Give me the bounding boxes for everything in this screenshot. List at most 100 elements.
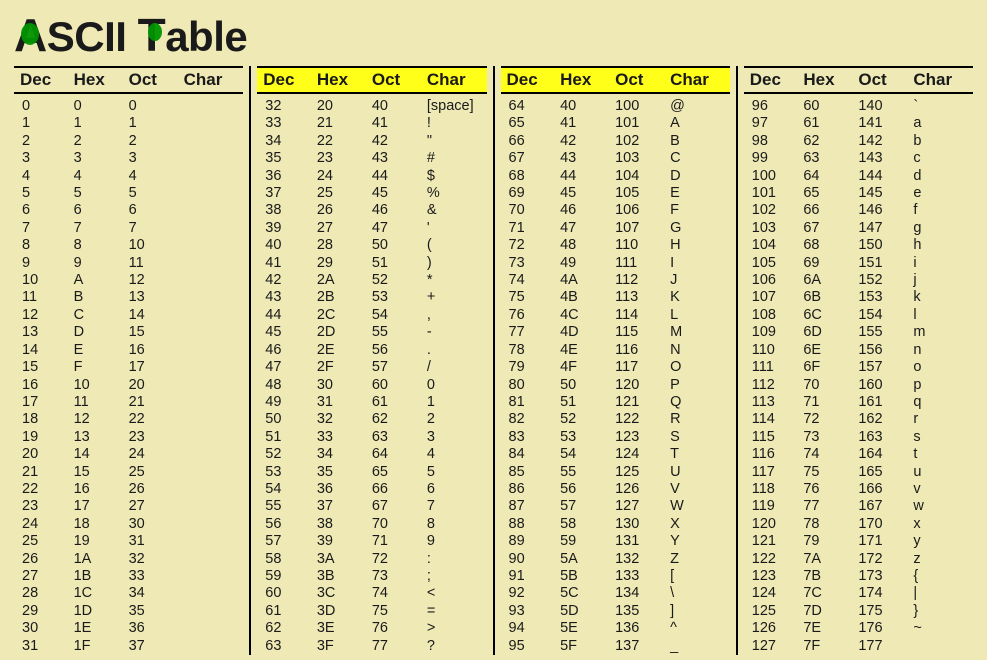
cell-dec: 99 (744, 150, 804, 167)
cell-dec: 24 (14, 516, 74, 533)
table-row: 583A72: (257, 551, 486, 568)
table-row: 8757127W (501, 498, 730, 515)
cell-char: V (670, 481, 730, 498)
cell-hex: 3D (317, 603, 372, 620)
table-row: 12179171y (744, 533, 973, 550)
cell-hex: 3B (317, 568, 372, 585)
cell-char (184, 168, 244, 185)
cell-char: e (913, 185, 973, 202)
cell-hex: 8 (74, 237, 129, 254)
cell-hex: 1B (74, 568, 129, 585)
cell-hex: 34 (317, 446, 372, 463)
table-row: 11977167w (744, 498, 973, 515)
cell-oct: 135 (615, 603, 670, 620)
column-rows: 9660140`9761141a9862142b9963143c10064144… (744, 94, 973, 655)
cell-dec: 89 (501, 533, 561, 550)
cell-char: F (670, 202, 730, 219)
table-row: 11472162r (744, 411, 973, 428)
cell-oct: 115 (615, 324, 670, 341)
cell-char: L (670, 307, 730, 324)
cell-char: ] (670, 603, 730, 620)
cell-char: s (913, 429, 973, 446)
cell-dec: 120 (744, 516, 804, 533)
cell-hex: 57 (560, 498, 615, 515)
cell-dec: 45 (257, 324, 317, 341)
cell-char: | (913, 585, 973, 602)
cell-char: w (913, 498, 973, 515)
cell-char: + (427, 289, 487, 306)
cell-dec: 124 (744, 585, 804, 602)
cell-dec: 72 (501, 237, 561, 254)
cell-oct: 74 (372, 585, 427, 602)
cell-hex: 37 (317, 498, 372, 515)
cell-dec: 58 (257, 551, 317, 568)
cell-dec: 62 (257, 620, 317, 637)
cell-oct: 156 (858, 342, 913, 359)
cell-char (184, 307, 244, 324)
cell-char: [ (670, 568, 730, 585)
table-row: 13D15 (14, 324, 243, 341)
cell-dec: 29 (14, 603, 74, 620)
cell-hex: 78 (803, 516, 858, 533)
table-row: 744A112J (501, 272, 730, 289)
cell-oct: 54 (372, 307, 427, 324)
cell-oct: 134 (615, 585, 670, 602)
cell-dec: 44 (257, 307, 317, 324)
table-row: 666 (14, 202, 243, 219)
cell-oct: 13 (129, 289, 184, 306)
cell-hex: 5A (560, 551, 615, 568)
cell-dec: 112 (744, 377, 804, 394)
cell-dec: 14 (14, 342, 74, 359)
cell-oct: 155 (858, 324, 913, 341)
cell-dec: 114 (744, 411, 804, 428)
cell-oct: 76 (372, 620, 427, 637)
cell-dec: 68 (501, 168, 561, 185)
cell-char: x (913, 516, 973, 533)
cell-oct: 15 (129, 324, 184, 341)
cell-char (184, 638, 244, 655)
cell-dec: 91 (501, 568, 561, 585)
cell-char: K (670, 289, 730, 306)
cell-dec: 75 (501, 289, 561, 306)
cell-oct: 6 (129, 202, 184, 219)
cell-dec: 96 (744, 98, 804, 115)
cell-hex: 66 (803, 202, 858, 219)
cell-hex: 6C (803, 307, 858, 324)
table-row: 342242" (257, 133, 486, 150)
cell-hex: 6F (803, 359, 858, 376)
cell-oct: 161 (858, 394, 913, 411)
table-row: 905A132Z (501, 551, 730, 568)
cell-dec: 76 (501, 307, 561, 324)
cell-char (184, 377, 244, 394)
cell-hex: 27 (317, 220, 372, 237)
cell-oct: 150 (858, 237, 913, 254)
table-row: 613D75= (257, 603, 486, 620)
table-row: 8959131Y (501, 533, 730, 550)
cell-dec: 3 (14, 150, 74, 167)
cell-oct: 172 (858, 551, 913, 568)
cell-oct: 112 (615, 272, 670, 289)
cell-dec: 90 (501, 551, 561, 568)
table-row: 1247C174| (744, 585, 973, 602)
cell-char: = (427, 603, 487, 620)
cell-oct: 0 (129, 98, 184, 115)
cell-hex: 10 (74, 377, 129, 394)
table-row: 9963143c (744, 150, 973, 167)
cell-hex: 43 (560, 150, 615, 167)
table-row: 8810 (14, 237, 243, 254)
cell-hex: 4C (560, 307, 615, 324)
cell-hex: 51 (560, 394, 615, 411)
cell-hex: 4A (560, 272, 615, 289)
cell-oct: 52 (372, 272, 427, 289)
cell-dec: 28 (14, 585, 74, 602)
cell-dec: 85 (501, 464, 561, 481)
cell-hex: 6E (803, 342, 858, 359)
table-row: 8555125U (501, 464, 730, 481)
cell-hex: 13 (74, 429, 129, 446)
cell-oct: 75 (372, 603, 427, 620)
cell-oct: 100 (615, 98, 670, 115)
cell-dec: 79 (501, 359, 561, 376)
cell-dec: 48 (257, 377, 317, 394)
header-char: Char (184, 70, 244, 90)
ascii-column-3: DecHexOctChar9660140`9761141a9862142b996… (736, 66, 979, 655)
